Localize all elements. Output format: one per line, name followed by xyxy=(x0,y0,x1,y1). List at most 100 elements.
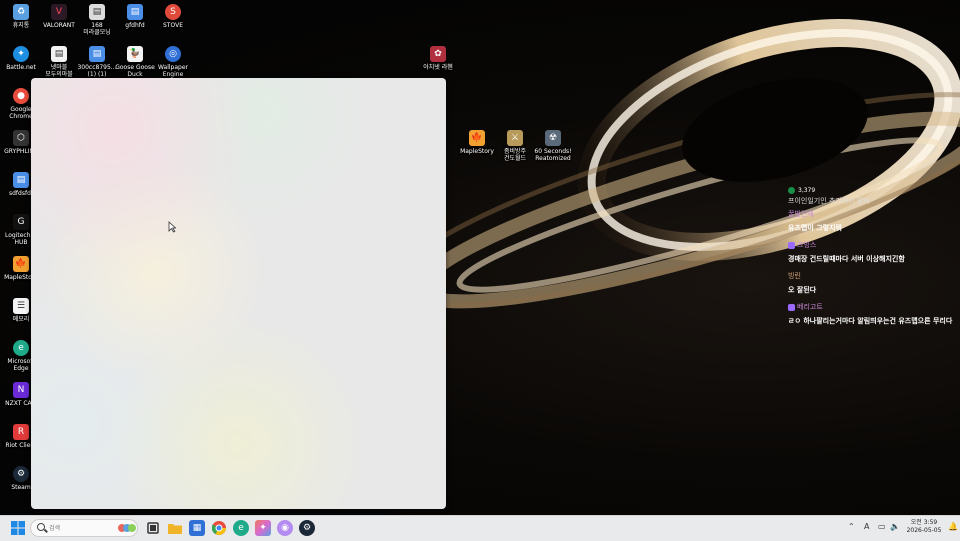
document-icon: ▤ xyxy=(51,46,67,62)
desktop-icon-label: 좀비방주 건도월드 xyxy=(503,148,527,162)
battle-net-icon: ✦ xyxy=(13,46,29,62)
desktop-icon-label: Battle.net xyxy=(6,64,36,71)
wallpaper-engine-icon: ◎ xyxy=(165,46,181,62)
chat-message: 베리고트 ㄹㅇ 하나팔리는거마다 알림띄우는건 유즈맵으른 무리다 xyxy=(788,302,958,327)
chat-username-text: 베리고트 xyxy=(797,303,823,311)
system-clock[interactable]: 오전 3:59 2026-05-05 xyxy=(904,519,944,535)
desktop-icon-168[interactable]: ▤ 168 미라클모닝 xyxy=(76,4,118,36)
chat-username-text: 빙린 xyxy=(788,272,801,280)
chat-message-text: 유즈맵이 그렇지뭐 xyxy=(788,224,842,232)
app-icon: ✦ xyxy=(259,523,267,533)
desktop-icon-60-seconds[interactable]: ☢ 60 Seconds! Reatomized xyxy=(532,130,574,162)
taskbar: ▦ e ✦ ◉ ⚙ ⌃ A ▭ 🔈 오전 3:59 2026-05-05 🔔 xyxy=(0,515,960,541)
desktop-icon-zombie-ark[interactable]: ⚔ 좀비방주 건도월드 xyxy=(494,130,536,162)
search-input[interactable] xyxy=(49,522,109,534)
nzxt-icon: N xyxy=(13,382,29,398)
desktop-icon-label: 넷마블 모두의마블 xyxy=(45,64,73,78)
gryphlink-icon: ⬡ xyxy=(13,130,29,146)
desktop-icon-label: STOVE xyxy=(163,22,183,29)
desktop-icon-label: 60 Seconds! Reatomized xyxy=(534,148,572,162)
mouse-cursor-icon xyxy=(168,221,176,233)
app-icon: ◉ xyxy=(281,523,289,533)
maplestory-icon: 🍁 xyxy=(469,130,485,146)
edge-icon: e xyxy=(238,523,244,533)
goose-goose-duck-icon: 🦆 xyxy=(127,46,143,62)
desktop-icon-achinet[interactable]: ✿ 아치넷 라헨 xyxy=(417,46,459,71)
volume-icon[interactable]: 🔈 xyxy=(890,522,900,531)
chat-username-text: 꿀빌인재 xyxy=(788,210,814,218)
blank-app-window[interactable] xyxy=(31,78,446,509)
taskbar-colorful-app[interactable]: ✦ xyxy=(255,520,271,536)
desktop-icon-label: Goose Goose Duck xyxy=(115,64,155,78)
desktop-icon-netmarble[interactable]: ▤ 넷마블 모두의마블 xyxy=(38,46,80,78)
chat-username-text: 크빙스 xyxy=(797,241,817,249)
document-icon: ▤ xyxy=(13,172,29,188)
desktop-icon-label: gfdhfd xyxy=(125,22,145,29)
chat-username: 베리고트 xyxy=(788,302,958,312)
chat-username: 꿀빌인재 xyxy=(788,209,958,219)
chat-message: 빙린 오 잘된다 xyxy=(788,271,958,296)
search-icon xyxy=(37,523,45,531)
steam-icon: ⚙ xyxy=(13,466,29,482)
chat-message: 꿀빌인재 유즈맵이 그렇지뭐 xyxy=(788,209,958,234)
stove-icon: S xyxy=(165,4,181,20)
taskbar-purple-app[interactable]: ◉ xyxy=(277,520,293,536)
document-icon: ▤ xyxy=(127,4,143,20)
document-icon: ▤ xyxy=(89,4,105,20)
desktop-icon-valorant[interactable]: V VALORANT xyxy=(38,4,80,29)
desktop-icon-label: Wallpaper Engine xyxy=(157,64,188,78)
chat-message-text: ㄹㅇ 하나팔리는거마다 알림띄우는건 유즈맵으른 무리다 xyxy=(788,317,953,325)
tray-chevron-icon[interactable]: ⌃ xyxy=(848,522,855,531)
task-view-icon xyxy=(147,522,159,534)
taskbar-store[interactable]: ▦ xyxy=(189,520,205,536)
desktop-icon-label: VALORANT xyxy=(43,22,75,29)
desktop-icon-maplestory[interactable]: 🍁 MapleStory xyxy=(456,130,498,155)
desktop-icon-battle-net[interactable]: ✦ Battle.net xyxy=(0,46,42,71)
desktop-icon-wallpaper-engine[interactable]: ◎ Wallpaper Engine xyxy=(152,46,194,78)
clock-date: 2026-05-05 xyxy=(906,527,942,534)
chat-username: 빙린 xyxy=(788,271,958,281)
game-icon: ⚔ xyxy=(507,130,523,146)
notepad-icon: ☰ xyxy=(13,298,29,314)
windows-logo-icon xyxy=(11,521,25,535)
chat-message-text: 오 잘된다 xyxy=(788,286,817,294)
input-language-icon[interactable]: A xyxy=(864,522,869,531)
document-icon: ▤ xyxy=(89,46,105,62)
desktop-icon-gfdhfd[interactable]: ▤ gfdhfd xyxy=(114,4,156,29)
taskbar-search[interactable] xyxy=(30,519,138,537)
riot-icon: R xyxy=(13,424,29,440)
start-button[interactable] xyxy=(10,520,26,536)
desktop-icon-stove[interactable]: S STOVE xyxy=(152,4,194,29)
taskbar-chrome[interactable] xyxy=(211,520,227,536)
desktop-icon-label: 168 미라클모닝 xyxy=(83,22,111,36)
taskbar-edge[interactable]: e xyxy=(233,520,249,536)
subscriber-badge-icon xyxy=(788,241,795,249)
subscriber-badge-icon xyxy=(788,303,795,311)
search-highlight-icon xyxy=(118,524,136,532)
desktop-icon-label: 300cc8795... (1) (1) xyxy=(77,64,117,78)
viewer-count-value: 3,379 xyxy=(798,187,816,194)
desktop-icon-label: MapleStory xyxy=(460,148,494,155)
taskbar-steam[interactable]: ⚙ xyxy=(299,520,315,536)
desktop-icon-label: 아치넷 라헨 xyxy=(423,64,453,71)
game-icon: ✿ xyxy=(430,46,446,62)
chrome-icon: ● xyxy=(13,88,29,104)
network-icon[interactable]: ▭ xyxy=(878,522,886,531)
clock-time: 오전 3:59 xyxy=(910,519,938,526)
notification-bell-icon[interactable]: 🔔 xyxy=(948,522,958,531)
valorant-icon: V xyxy=(51,4,67,20)
task-view-button[interactable] xyxy=(145,520,161,536)
viewer-icon xyxy=(788,187,795,194)
desktop-icon-goose-goose-duck[interactable]: 🦆 Goose Goose Duck xyxy=(114,46,156,78)
chat-message-text: 경매장 건드릴때마다 서버 이상해지긴함 xyxy=(788,255,905,263)
desktop-icon-300cc[interactable]: ▤ 300cc8795... (1) (1) xyxy=(76,46,118,78)
game-icon: ☢ xyxy=(545,130,561,146)
chat-message-cut: 프이인일기인 추가하시 말씨 xyxy=(788,197,870,204)
taskbar-file-explorer[interactable] xyxy=(167,520,183,536)
chat-message: 크빙스 경매장 건드릴때마다 서버 이상해지긴함 xyxy=(788,240,958,265)
desktop-icon-recycle-bin[interactable]: ♻ 휴지통 xyxy=(0,4,42,29)
desktop-icon-label: 휴지통 xyxy=(12,22,30,29)
edge-icon: e xyxy=(13,340,29,356)
chrome-icon xyxy=(212,521,226,535)
maplestory-icon: 🍁 xyxy=(13,256,29,272)
